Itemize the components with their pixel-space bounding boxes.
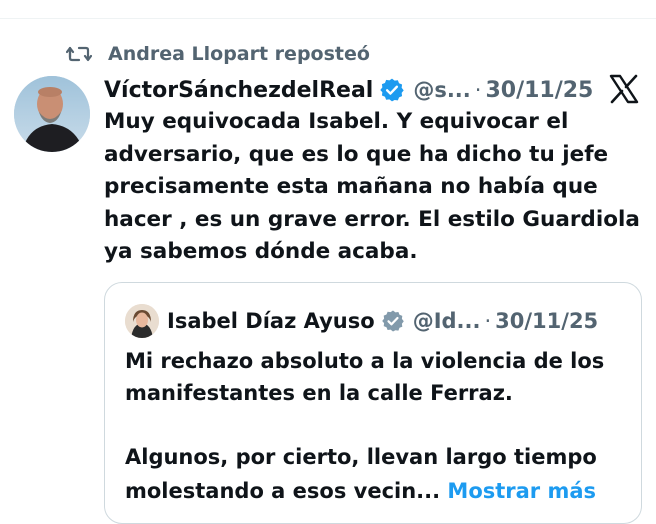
- tweet-date[interactable]: 30/11/25: [485, 78, 593, 103]
- quoted-tweet-header: Isabel Díaz Ayuso @Id... · 30/11/25: [125, 303, 598, 339]
- show-more-link[interactable]: Mostrar más: [447, 479, 596, 503]
- repost-context: Andrea Llopart reposteó: [66, 40, 370, 68]
- quoted-tweet-date[interactable]: 30/11/25: [495, 309, 598, 333]
- top-divider: [0, 18, 656, 19]
- tweet-text: Muy equivocada Isabel. Y equivocar el ad…: [104, 109, 640, 264]
- quoted-avatar[interactable]: [125, 304, 159, 338]
- repost-label[interactable]: Andrea Llopart reposteó: [108, 43, 370, 65]
- avatar-photo: [14, 76, 90, 152]
- author-handle[interactable]: @s...: [413, 78, 470, 102]
- separator-dot: ·: [474, 78, 482, 102]
- x-logo-icon: [609, 74, 639, 104]
- quoted-avatar-photo: [125, 304, 159, 338]
- verified-badge-icon[interactable]: [379, 77, 405, 103]
- quoted-author-handle[interactable]: @Id...: [413, 309, 481, 333]
- tweet-header: VíctorSánchezdelReal @s... · 30/11/25: [104, 74, 593, 106]
- author-name[interactable]: VíctorSánchezdelReal: [104, 78, 373, 103]
- quoted-tweet-text-tail: molestando a esos vecin... Mostrar más: [125, 475, 625, 507]
- repost-icon: [66, 46, 92, 62]
- quoted-author-name[interactable]: Isabel Díaz Ayuso: [167, 309, 375, 333]
- quoted-tweet-text: Mi rechazo absoluto a la violencia de lo…: [125, 349, 605, 469]
- verified-gray-badge-icon[interactable]: [381, 309, 405, 333]
- quoted-separator-dot: ·: [484, 309, 492, 333]
- quoted-tweet-card[interactable]: Isabel Díaz Ayuso @Id... · 30/11/25 Mi r…: [104, 282, 642, 524]
- quoted-tweet-text-truncated: molestando a esos vecin...: [125, 479, 441, 503]
- avatar[interactable]: [14, 76, 90, 152]
